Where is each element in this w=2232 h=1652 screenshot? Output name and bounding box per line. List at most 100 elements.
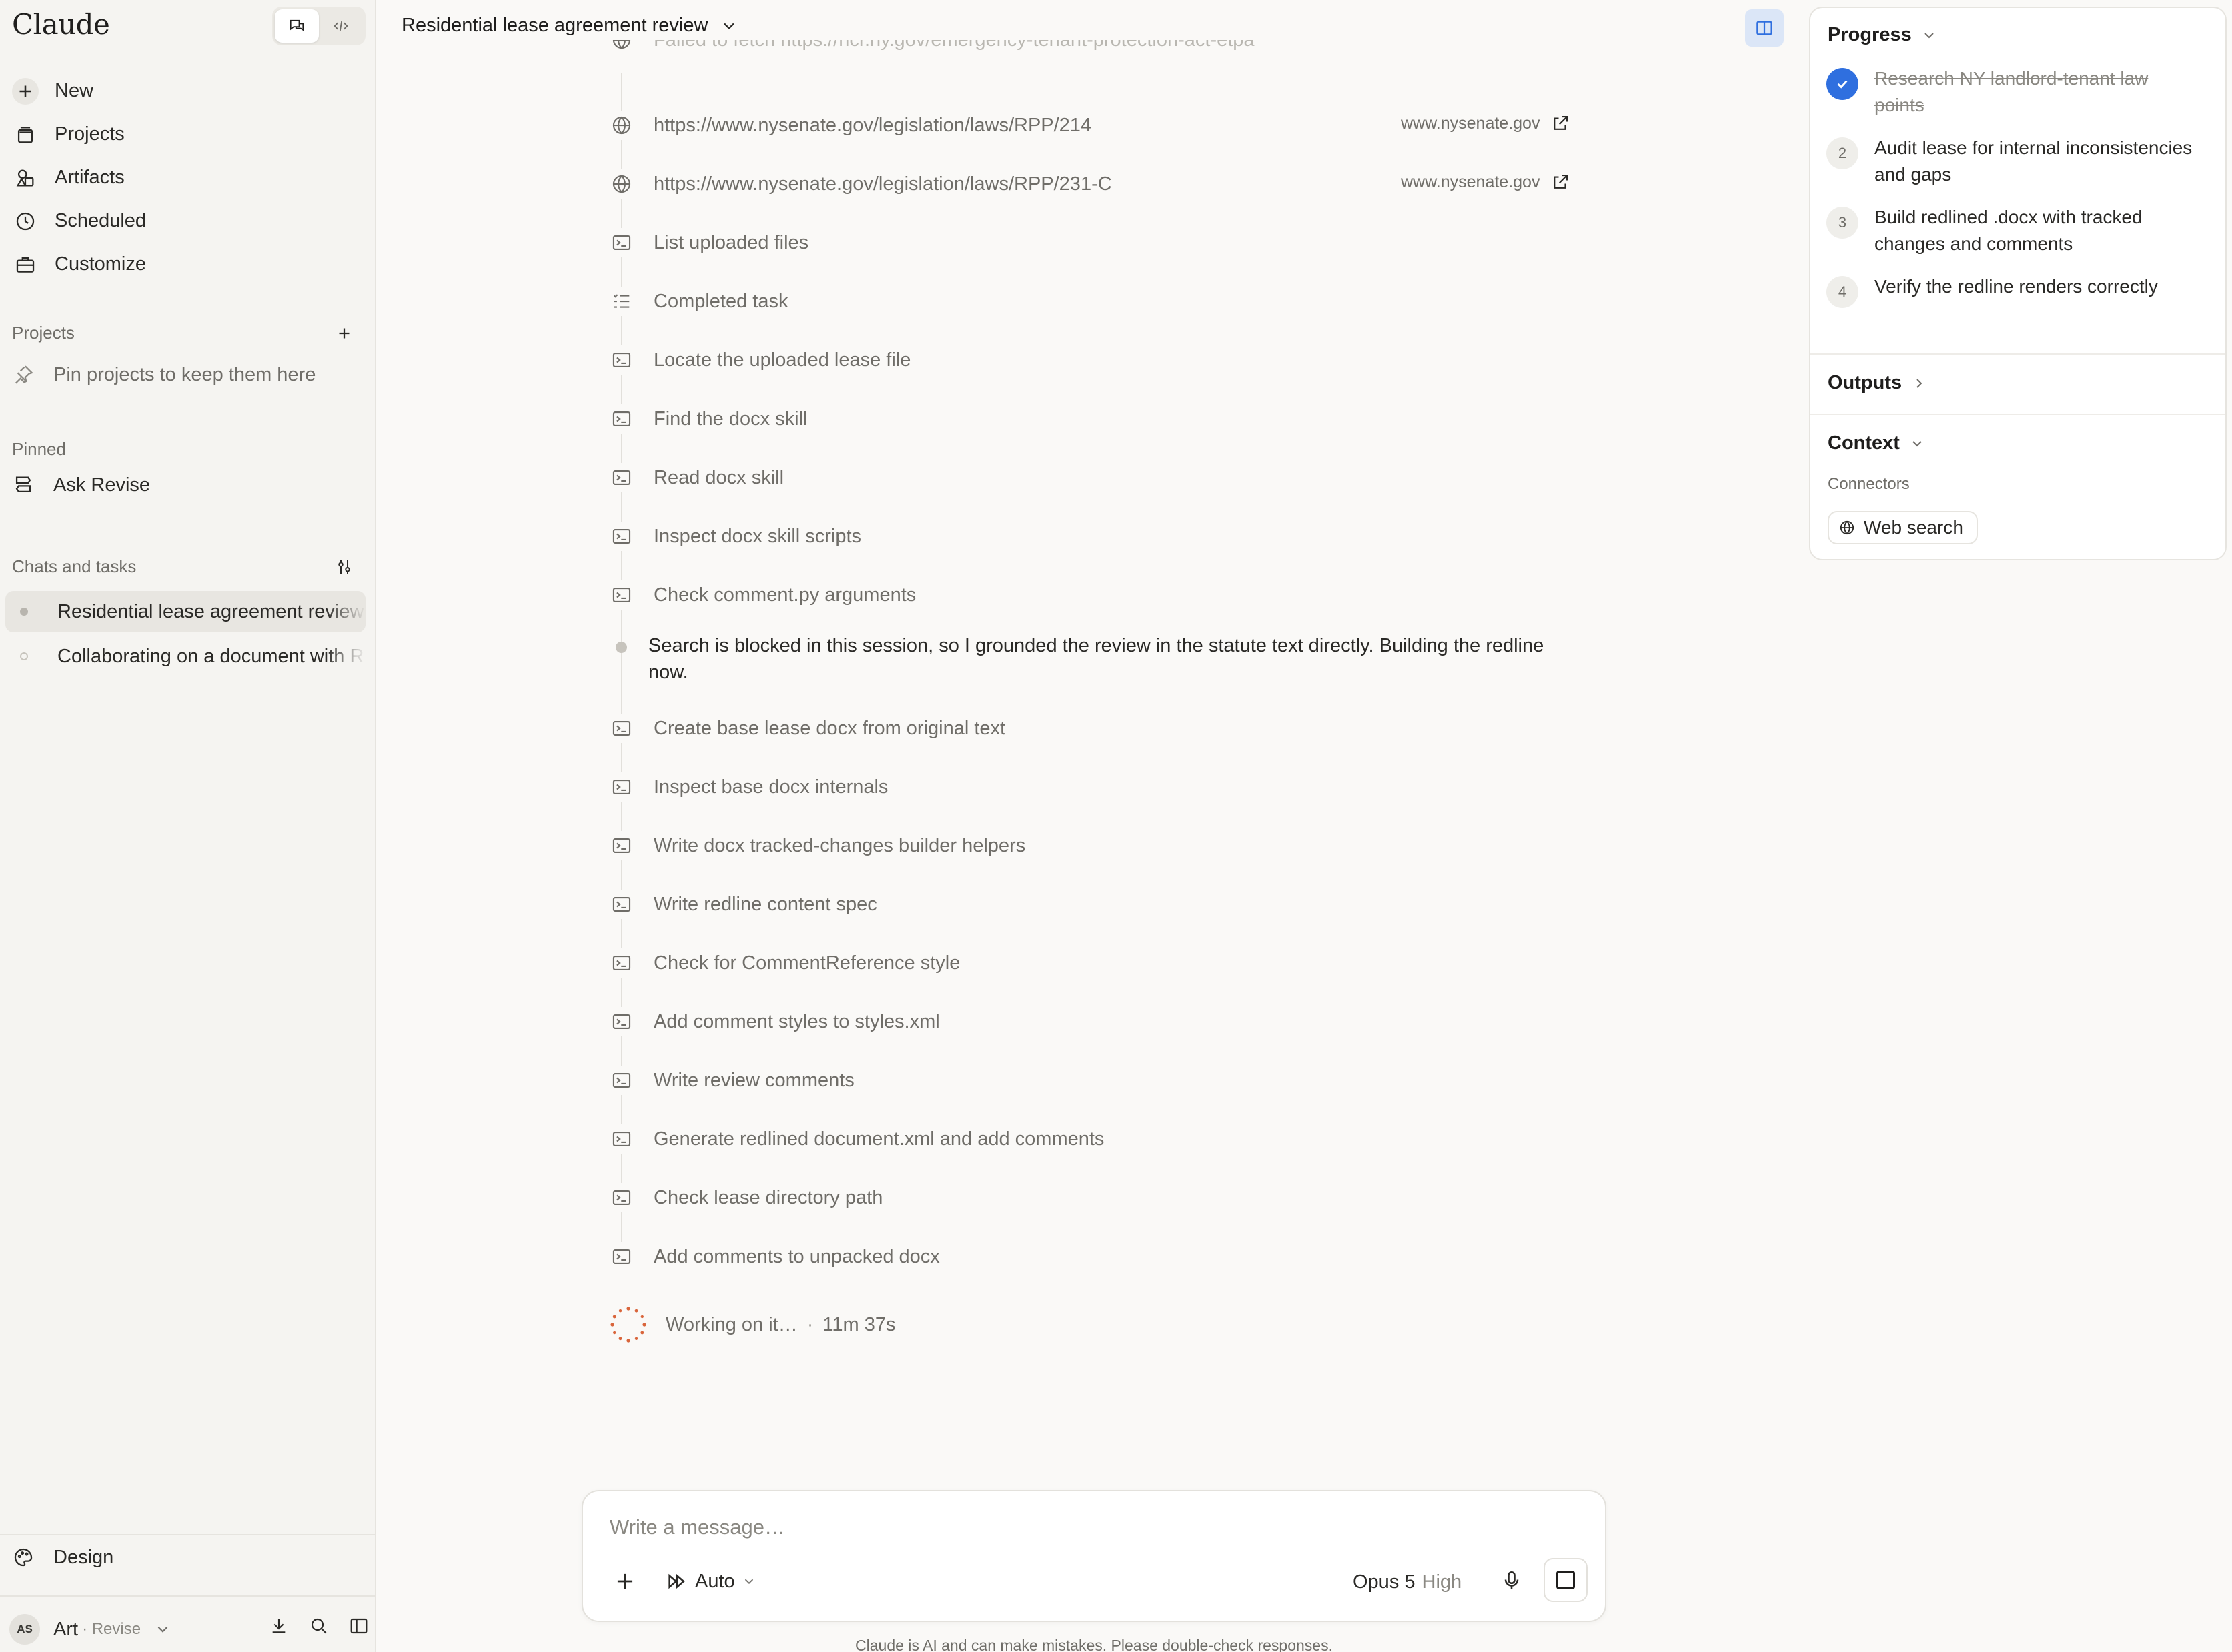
timeline-item[interactable]: Locate the uploaded lease file <box>607 345 911 375</box>
model-name: Opus 5 <box>1353 1571 1416 1593</box>
terminal-icon <box>607 772 636 802</box>
chats-section-label: Chats and tasks <box>12 556 137 576</box>
microphone-icon <box>1504 1571 1519 1589</box>
timeline-item[interactable]: Add comments to unpacked docx <box>607 1242 940 1271</box>
outputs-section-toggle[interactable]: Outputs <box>1828 372 1927 394</box>
design-label: Design <box>53 1546 114 1568</box>
chevron-down-icon <box>1924 32 1934 38</box>
chat-item[interactable]: Residential lease agreement review <box>5 591 366 632</box>
panel-toggle-button[interactable] <box>1745 9 1784 47</box>
sidebar-item-label: Projects <box>55 123 125 145</box>
mode-selector[interactable]: Auto <box>666 1570 756 1593</box>
source-domain: www.nysenate.gov <box>1401 172 1540 191</box>
progress-label: Progress <box>1828 24 1912 45</box>
stop-button[interactable] <box>1544 1558 1588 1602</box>
pin-icon <box>15 365 33 384</box>
code-icon <box>334 21 348 31</box>
pinned-section-label: Pinned <box>12 439 66 459</box>
page-title: Residential lease agreement review <box>402 15 708 36</box>
search-icon[interactable] <box>308 1615 330 1637</box>
checklist-icon <box>607 287 636 316</box>
timeline-item[interactable]: Add comment styles to styles.xml <box>607 1007 940 1036</box>
model-selector[interactable]: Opus 5 High <box>1353 1571 1462 1593</box>
assistant-message: Search is blocked in this session, so I … <box>648 635 1544 683</box>
pinned-item-ask-revise[interactable]: Ask Revise <box>12 474 150 496</box>
chat-item[interactable]: Collaborating on a document with R <box>5 636 366 677</box>
sidebar-item-label: Artifacts <box>55 167 125 188</box>
timeline-item[interactable]: Write docx tracked-changes builder helpe… <box>607 831 1025 860</box>
divider <box>0 1534 376 1535</box>
timeline-item[interactable]: Inspect docx skill scripts <box>607 522 861 551</box>
context-section-toggle[interactable]: Context <box>1828 432 1925 454</box>
sidebar-item-scheduled[interactable]: Scheduled <box>0 199 376 243</box>
progress-step: 2 Audit lease for internal inconsistenci… <box>1826 135 2200 188</box>
sidebar-item-projects[interactable]: Projects <box>0 113 376 156</box>
timeline-item[interactable]: List uploaded files <box>607 228 808 257</box>
timeline-item-text: Find the docx skill <box>654 407 808 430</box>
source-link[interactable]: www.nysenate.gov <box>1401 113 1570 133</box>
add-project-button[interactable] <box>332 321 356 345</box>
timeline-item[interactable]: Create base lease docx from original tex… <box>607 714 1005 743</box>
voice-input-button[interactable] <box>1500 1569 1526 1595</box>
user-menu[interactable]: AS Art · Revise <box>9 1613 370 1646</box>
terminal-icon <box>607 831 636 860</box>
globe-icon <box>607 169 636 199</box>
download-icon[interactable] <box>268 1615 290 1637</box>
message-input[interactable] <box>610 1515 1544 1539</box>
source-link[interactable]: www.nysenate.gov <box>1401 172 1570 192</box>
conversation-title[interactable]: Residential lease agreement review <box>402 15 738 37</box>
divider <box>1810 353 2225 355</box>
terminal-icon <box>607 1124 636 1154</box>
progress-step: Research NY landlord-tenant law points <box>1826 65 2200 119</box>
add-attachment-button[interactable] <box>612 1569 639 1595</box>
timeline-item[interactable]: https://www.nysenate.gov/legislation/law… <box>607 169 1112 199</box>
timeline-item[interactable]: Inspect base docx internals <box>607 772 888 802</box>
code-mode-button[interactable] <box>319 9 363 43</box>
pin-projects-hint: Pin projects to keep them here <box>12 363 316 386</box>
chat-item-label: Residential lease agreement review <box>57 600 364 622</box>
panel-icon <box>1756 21 1772 35</box>
timeline-item[interactable]: Write review comments <box>607 1066 855 1095</box>
timeline-item-text: Check for CommentReference style <box>654 952 961 974</box>
step-text: Research NY landlord-tenant law points <box>1874 68 2149 115</box>
timeline-item-text: Locate the uploaded lease file <box>654 349 911 371</box>
sidebar-item-design[interactable]: Design <box>12 1546 113 1569</box>
timeline-item[interactable]: Write redline content spec <box>607 890 877 919</box>
working-text: Working on it… <box>666 1313 798 1335</box>
timeline-item[interactable]: Read docx skill <box>607 463 784 492</box>
timeline-item-text: Create base lease docx from original tex… <box>654 717 1006 739</box>
timeline-item[interactable]: Check lease directory path <box>607 1183 883 1212</box>
terminal-icon <box>607 522 636 551</box>
chat-mode-button[interactable] <box>275 9 319 43</box>
chevron-down-icon <box>724 23 735 29</box>
timeline-item[interactable]: Generate redlined document.xml and add c… <box>607 1124 1104 1154</box>
timeline-item-text: Add comments to unpacked docx <box>654 1245 940 1267</box>
progress-section-toggle[interactable]: Progress <box>1828 24 1937 46</box>
chat-status-dot <box>20 608 28 616</box>
chevron-down-icon <box>157 1626 168 1633</box>
sidebar-item-artifacts[interactable]: Artifacts <box>0 156 376 199</box>
timeline-item[interactable]: Check for CommentReference style <box>607 948 960 978</box>
timeline-item-text: Add comment styles to styles.xml <box>654 1010 940 1032</box>
web-search-connector-chip[interactable]: Web search <box>1828 511 1978 544</box>
mode-label: Auto <box>695 1570 735 1592</box>
sidebar-toggle-icon[interactable] <box>348 1615 370 1637</box>
timeline-item[interactable]: Find the docx skill <box>607 404 808 434</box>
timeline-item[interactable]: https://www.nysenate.gov/legislation/law… <box>607 111 1091 140</box>
divider <box>0 1595 376 1597</box>
sidebar-item-customize[interactable]: Customize <box>0 243 376 286</box>
timeline-item[interactable]: Completed task <box>607 287 788 316</box>
terminal-icon <box>607 948 636 978</box>
outputs-label: Outputs <box>1828 372 1902 393</box>
projects-section-label: Projects <box>12 323 75 343</box>
chevron-down-icon <box>1912 440 1922 446</box>
brand-logo[interactable]: Claude <box>12 8 110 41</box>
sidebar-item-new[interactable]: New <box>0 69 376 113</box>
task-side-panel: Progress Research NY landlord-tenant law… <box>1809 7 2227 560</box>
timeline-item-text: Write redline content spec <box>654 893 877 915</box>
palette-icon <box>14 1548 33 1567</box>
terminal-icon <box>607 890 636 919</box>
step-text: Audit lease for internal inconsistencies… <box>1874 137 2193 185</box>
filter-chats-button[interactable] <box>332 555 356 579</box>
timeline-item[interactable]: Check comment.py arguments <box>607 580 916 610</box>
